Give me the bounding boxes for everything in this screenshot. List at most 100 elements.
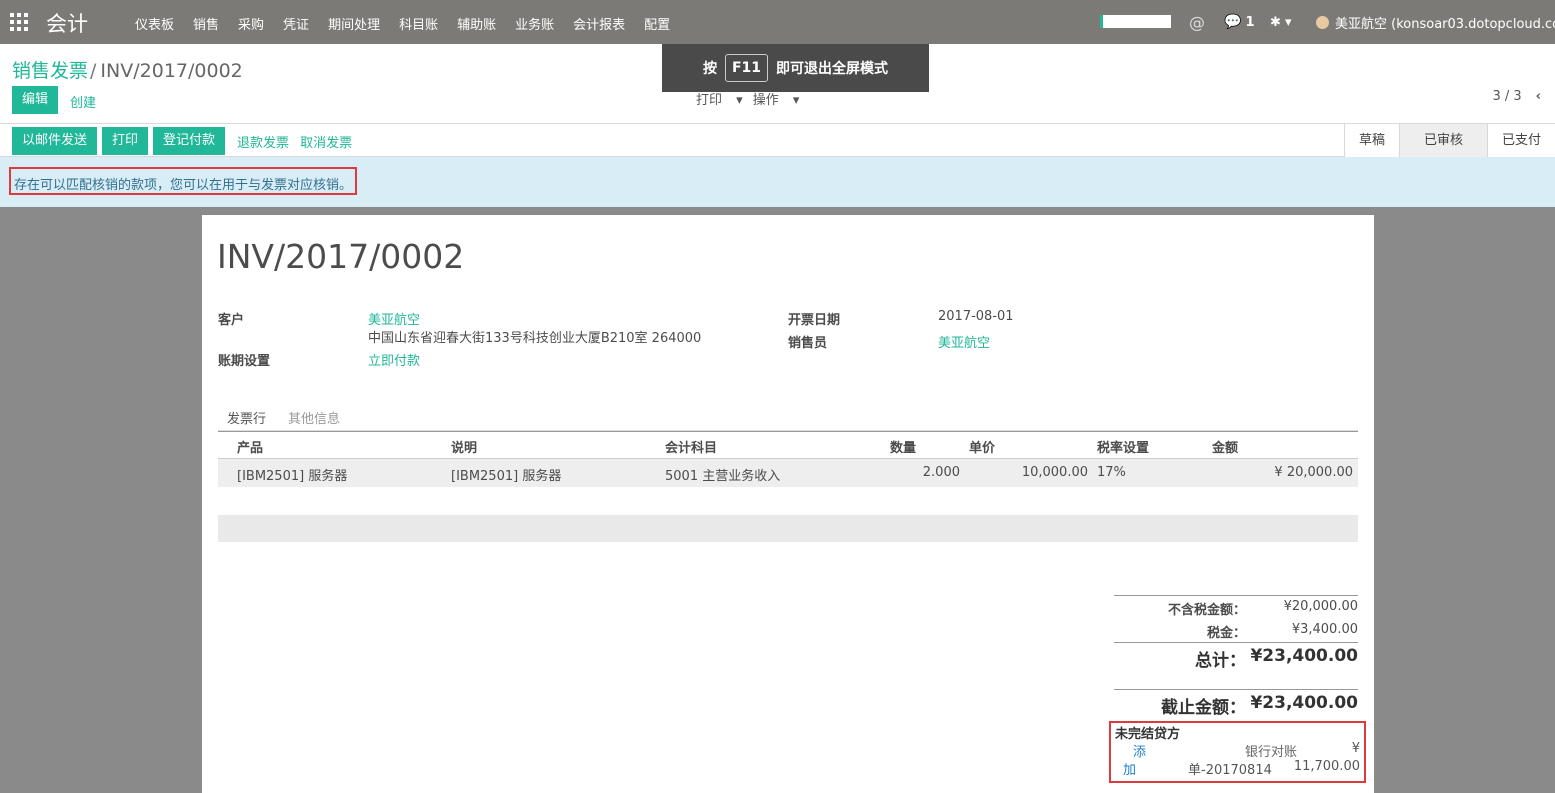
invoice-date-label: 开票日期: [788, 313, 841, 328]
untaxed-row: 不含税金额： ¥20,000.00: [1114, 596, 1358, 619]
header-quantity[interactable]: 数量: [890, 437, 916, 456]
menu-item-dashboard[interactable]: 仪表板: [135, 14, 174, 33]
alert-message: 存在可以匹配核销的款项，您可以在用于与发票对应核销。: [9, 167, 358, 195]
header-unit-price[interactable]: 单价: [969, 437, 995, 456]
payment-terms-link[interactable]: 立即付款: [368, 350, 420, 369]
cell-product: [IBM2501] 服务器: [237, 469, 348, 484]
chat-count: 1: [1245, 14, 1255, 30]
statusbar-buttons: 以邮件发送 打印 登记付款 退款发票 取消发票: [12, 127, 363, 155]
tab-other-info[interactable]: 其他信息: [288, 408, 340, 427]
fullscreen-tip-text: 即可退出全屏模式: [776, 61, 889, 77]
customer-label: 客户: [218, 313, 245, 328]
tab-invoice-lines[interactable]: 发票行: [227, 408, 266, 427]
breadcrumb: 销售发票 / INV/2017/0002: [12, 56, 243, 83]
fullscreen-tooltip: 按 F11 即可退出全屏模式: [662, 44, 929, 92]
payment-terms-label: 账期设置: [218, 354, 271, 369]
total-value: ¥23,400.00: [1250, 646, 1358, 666]
create-button[interactable]: 创建: [70, 92, 96, 111]
chevron-left-icon[interactable]: ‹: [1536, 89, 1541, 104]
breadcrumb-current: INV/2017/0002: [100, 60, 243, 82]
amount-due-label: 截止金额：: [1161, 698, 1246, 718]
menu-item-config[interactable]: 配置: [644, 14, 670, 33]
tax-row: 税金： ¥3,400.00: [1114, 619, 1358, 642]
header-account[interactable]: 会计科目: [665, 437, 717, 456]
cell-description: [IBM2501] 服务器: [451, 469, 562, 484]
app-brand: 会计: [46, 12, 88, 36]
total-row: 总计： ¥23,400.00: [1114, 643, 1358, 689]
at-icon[interactable]: @: [1189, 0, 1205, 44]
menu-item-business-ledger[interactable]: 业务账: [515, 14, 554, 33]
header-amount[interactable]: 金额: [1212, 437, 1238, 456]
search-box[interactable]: [1100, 15, 1171, 28]
menu-item-purchase[interactable]: 采购: [238, 14, 264, 33]
pager-value[interactable]: 3 / 3: [1492, 89, 1521, 104]
menu-item-sales[interactable]: 销售: [193, 14, 219, 33]
untaxed-label: 不含税金额：: [1167, 603, 1246, 618]
add-line-row[interactable]: [218, 515, 1358, 542]
action-dropdown[interactable]: 操作 ▾: [753, 93, 800, 108]
user-menu[interactable]: 美亚航空 (konsoar03.dotopcloud.co: [1316, 0, 1555, 44]
debug-icon[interactable]: ✱ ▾: [1270, 0, 1292, 44]
avatar: [1316, 15, 1329, 29]
cell-quantity: 2.000: [922, 465, 960, 480]
amount-due-value: ¥23,400.00: [1250, 693, 1358, 713]
invoice-lines-table: 产品 说明 会计科目 数量 单价 税率设置 金额 [IBM2501] 服务器 […: [218, 431, 1358, 487]
top-navbar: 会计 仪表板 销售 采购 凭证 期间处理 科目账 辅助账 业务账 会计报表 配置…: [0, 0, 1555, 44]
chat-icon[interactable]: 💬 1: [1224, 0, 1254, 44]
amount-due-row: 截止金额： ¥23,400.00: [1114, 690, 1358, 718]
info-alert: 存在可以匹配核销的款项，您可以在用于与发票对应核销。: [0, 157, 1555, 207]
menu-item-reports[interactable]: 会计报表: [573, 14, 625, 33]
menu-item-accounts[interactable]: 科目账: [399, 14, 438, 33]
edit-button[interactable]: 编辑: [12, 86, 59, 114]
total-label: 总计：: [1195, 651, 1246, 671]
cell-account: 5001 主营业务收入: [665, 469, 781, 484]
form-sheet: INV/2017/0002 客户 美亚航空 中国山东省迎春大街133号科技创业大…: [202, 215, 1374, 793]
header-taxes[interactable]: 税率设置: [1097, 437, 1149, 456]
cell-unit-price: 10,000.00: [1021, 465, 1088, 480]
salesperson-link[interactable]: 美亚航空: [938, 332, 990, 351]
outstanding-currency: ¥: [1351, 741, 1360, 756]
menu-item-vouchers[interactable]: 凭证: [283, 14, 309, 33]
main-menu: 仪表板 销售 采购 凭证 期间处理 科目账 辅助账 业务账 会计报表 配置: [135, 14, 670, 33]
tax-label: 税金：: [1206, 626, 1246, 641]
customer-address: 中国山东省迎春大街133号科技创业大厦B210室 264000: [368, 331, 702, 346]
stage-open[interactable]: 已审核: [1398, 124, 1487, 157]
print-button[interactable]: 打印: [102, 127, 149, 155]
totals-block: 不含税金额： ¥20,000.00 税金： ¥3,400.00 总计： ¥23,…: [1114, 595, 1358, 718]
print-dropdown-label: 打印: [696, 93, 723, 108]
send-email-button[interactable]: 以邮件发送: [12, 127, 98, 155]
invoice-number: INV/2017/0002: [217, 237, 465, 276]
refund-invoice-button[interactable]: 退款发票: [237, 132, 289, 151]
statusbar: 以邮件发送 打印 登记付款 退款发票 取消发票 草稿 已审核 已支付: [0, 124, 1555, 157]
cell-amount: ¥ 20,000.00: [1274, 465, 1353, 480]
breadcrumb-separator: /: [90, 60, 97, 82]
fullscreen-tip-press: 按: [702, 61, 717, 77]
header-product[interactable]: 产品: [237, 437, 263, 456]
outstanding-title: 未完结贷方: [1115, 727, 1181, 742]
outstanding-description-line1: 银行对账: [1245, 745, 1298, 760]
stage-paid[interactable]: 已支付: [1486, 124, 1555, 157]
breadcrumb-parent[interactable]: 销售发票: [12, 60, 88, 82]
menu-item-period[interactable]: 期间处理: [328, 14, 380, 33]
menu-item-aux-ledger[interactable]: 辅助账: [457, 14, 496, 33]
stage-draft[interactable]: 草稿: [1343, 124, 1399, 157]
salesperson-label: 销售员: [788, 336, 828, 351]
untaxed-value: ¥20,000.00: [1283, 599, 1358, 614]
fullscreen-tip-key: F11: [724, 54, 769, 82]
cancel-invoice-button[interactable]: 取消发票: [300, 132, 352, 151]
customer-link[interactable]: 美亚航空: [368, 309, 420, 328]
register-payment-button[interactable]: 登记付款: [153, 127, 226, 155]
add-outstanding-link-line2[interactable]: 加: [1123, 759, 1136, 778]
cell-taxes: 17%: [1097, 465, 1126, 480]
user-name: 美亚航空 (konsoar03.dotopcloud.co: [1335, 16, 1555, 32]
apps-grid-icon[interactable]: [10, 13, 28, 31]
pager: 3 / 3 ‹: [1492, 89, 1541, 104]
table-header: 产品 说明 会计科目 数量 单价 税率设置 金额: [218, 431, 1358, 459]
add-outstanding-link-line1[interactable]: 添: [1133, 741, 1146, 760]
header-description[interactable]: 说明: [451, 437, 477, 456]
notebook-tabs: 发票行 其他信息: [218, 405, 1358, 431]
outstanding-credits: 未完结贷方 添 加 银行对账 单-20170814 ¥ 11,700.00: [1109, 721, 1366, 783]
print-dropdown[interactable]: 打印 ▾: [696, 93, 743, 108]
table-row[interactable]: [IBM2501] 服务器 [IBM2501] 服务器 5001 主营业务收入 …: [218, 459, 1358, 487]
action-dropdown-label: 操作: [752, 93, 779, 108]
